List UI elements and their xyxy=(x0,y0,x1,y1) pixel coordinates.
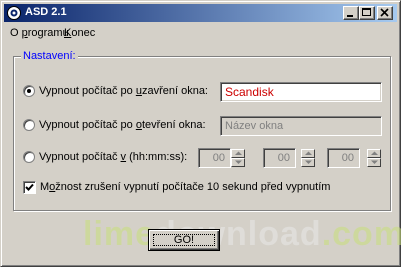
close-button[interactable] xyxy=(377,6,393,20)
close-window-input[interactable]: Scandisk xyxy=(220,82,382,102)
checkmark-icon xyxy=(25,183,34,191)
open-window-input[interactable]: Název okna xyxy=(220,116,382,136)
label-text: Vypnout počítač po xyxy=(39,119,136,131)
label-text: Vypnout počítač po xyxy=(39,85,136,97)
go-button[interactable]: GO! xyxy=(148,229,220,251)
maximize-icon xyxy=(362,8,371,16)
radio-time[interactable] xyxy=(23,151,35,163)
seconds-spinner[interactable] xyxy=(367,149,381,167)
minutes-down-button[interactable] xyxy=(301,158,315,167)
seconds-input[interactable]: 00 xyxy=(327,148,360,168)
hours-input[interactable]: 00 xyxy=(198,148,231,168)
watermark-part: .com xyxy=(321,215,401,253)
label-text: M xyxy=(40,181,50,193)
minimize-icon xyxy=(347,15,353,17)
radio-dot xyxy=(27,89,31,93)
arrow-down-icon xyxy=(305,160,312,164)
seconds-up-button[interactable] xyxy=(367,149,381,158)
menu-o-programu[interactable]: O programu xyxy=(10,27,69,39)
label-time: Vypnout počítač v (hh:mm:ss): xyxy=(39,151,187,163)
watermark-logo: limedownload.com xyxy=(83,215,401,254)
arrow-up-icon xyxy=(371,151,378,155)
label-close-window: Vypnout počítač po uzavření okna: xyxy=(39,85,208,97)
hours-up-button[interactable] xyxy=(231,149,245,158)
settings-legend: Nastavení: xyxy=(21,50,78,62)
window-title: ASD 2.1 xyxy=(25,6,67,18)
label-text: (hh:mm:ss): xyxy=(126,151,188,163)
main-window: ASD 2.1 O programu Konec Nastavení: Vypn… xyxy=(0,0,401,267)
menu-label: rogramu xyxy=(27,27,69,39)
menu-konec[interactable]: Konec xyxy=(64,27,95,39)
minutes-spinner[interactable] xyxy=(301,149,315,167)
radio-close-window[interactable] xyxy=(23,85,35,97)
hours-down-button[interactable] xyxy=(231,158,245,167)
maximize-button[interactable] xyxy=(359,6,375,20)
watermark-part: lime xyxy=(83,215,156,253)
minutes-input[interactable]: 00 xyxy=(263,148,296,168)
label-text: tevření okna: xyxy=(141,119,206,131)
arrow-down-icon xyxy=(235,160,242,164)
app-icon xyxy=(7,6,21,20)
menu-label: onec xyxy=(71,27,96,39)
minimize-button[interactable] xyxy=(343,6,359,20)
menu-label: O xyxy=(10,27,22,39)
label-text: žnost zrušení vypnutí počítače 10 sekund… xyxy=(55,181,331,193)
label-open-window: Vypnout počítač po otevření okna: xyxy=(39,119,206,131)
hours-spinner[interactable] xyxy=(231,149,245,167)
go-button-label: GO! xyxy=(173,234,195,246)
arrow-down-icon xyxy=(371,160,378,164)
label-text: Vypnout počítač xyxy=(39,151,121,163)
seconds-down-button[interactable] xyxy=(367,158,381,167)
minutes-up-button[interactable] xyxy=(301,149,315,158)
checkbox-label: Možnost zrušení vypnutí počítače 10 seku… xyxy=(40,181,330,193)
close-icon xyxy=(380,8,389,17)
title-bar[interactable]: ASD 2.1 xyxy=(4,4,397,22)
radio-open-window[interactable] xyxy=(23,119,35,131)
arrow-up-icon xyxy=(305,151,312,155)
arrow-up-icon xyxy=(235,151,242,155)
cancel-countdown-checkbox[interactable] xyxy=(23,181,36,194)
menu-bar: O programu Konec xyxy=(4,24,397,42)
label-text: zavření okna: xyxy=(141,85,208,97)
